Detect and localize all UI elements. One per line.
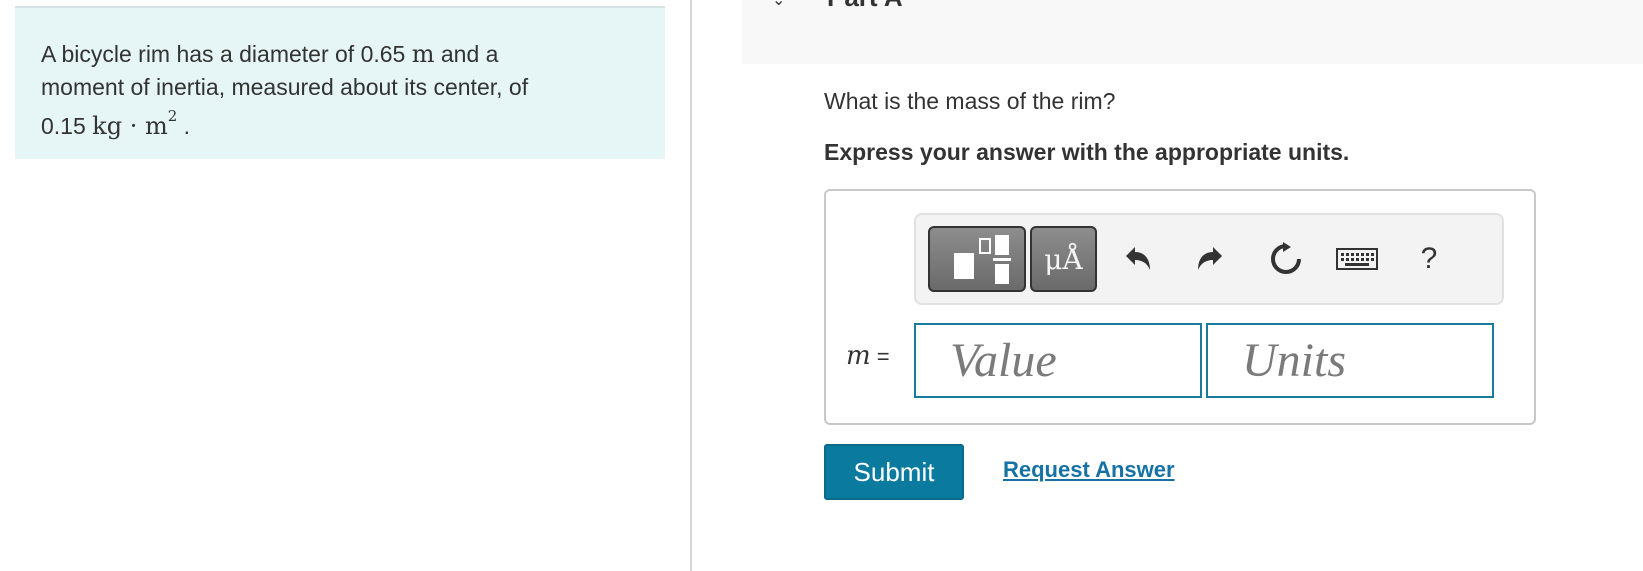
answer-box: μÅ ? m = Value Units bbox=[824, 189, 1536, 425]
problem-line-2: moment of inertia, measured about its ce… bbox=[41, 74, 529, 100]
reset-button[interactable] bbox=[1261, 233, 1311, 285]
question-text: What is the mass of the rim? bbox=[824, 88, 1116, 114]
undo-icon bbox=[1126, 247, 1150, 270]
inertia-unit-exponent: 2 bbox=[167, 107, 178, 125]
keyboard-icon bbox=[1336, 248, 1378, 270]
fraction-templates-icon bbox=[954, 235, 1011, 284]
unit-meter: m bbox=[411, 40, 435, 68]
inertia-value: 0.15 bbox=[41, 113, 93, 139]
part-header[interactable]: ⌄ Part A bbox=[742, 0, 1643, 64]
problem-statement: A bicycle rim has a diameter of 0.65 m a… bbox=[15, 6, 665, 159]
help-button[interactable]: ? bbox=[1404, 233, 1454, 285]
answer-variable: m bbox=[846, 341, 871, 371]
problem-line-1: A bicycle rim has a diameter of 0.65 m a… bbox=[41, 38, 639, 71]
redo-icon bbox=[1198, 247, 1222, 270]
answer-variable-label: m = bbox=[846, 341, 890, 371]
submit-button[interactable]: Submit bbox=[824, 444, 964, 500]
math-toolbar: μÅ ? bbox=[914, 213, 1504, 305]
inertia-unit: kg · m2 bbox=[92, 107, 177, 140]
equals-sign: = bbox=[870, 344, 890, 369]
problem-line-3: 0.15 kg · m2 . bbox=[41, 104, 639, 143]
request-answer-link[interactable]: Request Answer bbox=[1003, 457, 1175, 483]
problem-text-segment: A bicycle rim has a diameter of 0.65 bbox=[41, 41, 412, 67]
keyboard-button[interactable] bbox=[1332, 233, 1382, 285]
problem-text: A bicycle rim has a diameter of 0.65 m a… bbox=[41, 38, 639, 143]
problem-text-segment: . bbox=[177, 113, 191, 139]
pane-divider bbox=[690, 0, 692, 571]
inertia-unit-base: kg · m bbox=[92, 112, 168, 140]
problem-text-segment: and a bbox=[434, 41, 499, 67]
undo-button[interactable] bbox=[1112, 233, 1162, 285]
symbols-button[interactable]: μÅ bbox=[1030, 226, 1097, 292]
reset-icon bbox=[1271, 242, 1301, 274]
units-input[interactable] bbox=[1206, 323, 1494, 398]
collapse-chevron-icon[interactable]: ⌄ bbox=[772, 0, 785, 10]
redo-button[interactable] bbox=[1186, 233, 1236, 285]
value-input[interactable] bbox=[914, 323, 1202, 398]
instruction-text: Express your answer with the appropriate… bbox=[824, 139, 1350, 165]
fraction-templates-button[interactable] bbox=[928, 226, 1026, 292]
part-title: Part A bbox=[827, 0, 903, 13]
